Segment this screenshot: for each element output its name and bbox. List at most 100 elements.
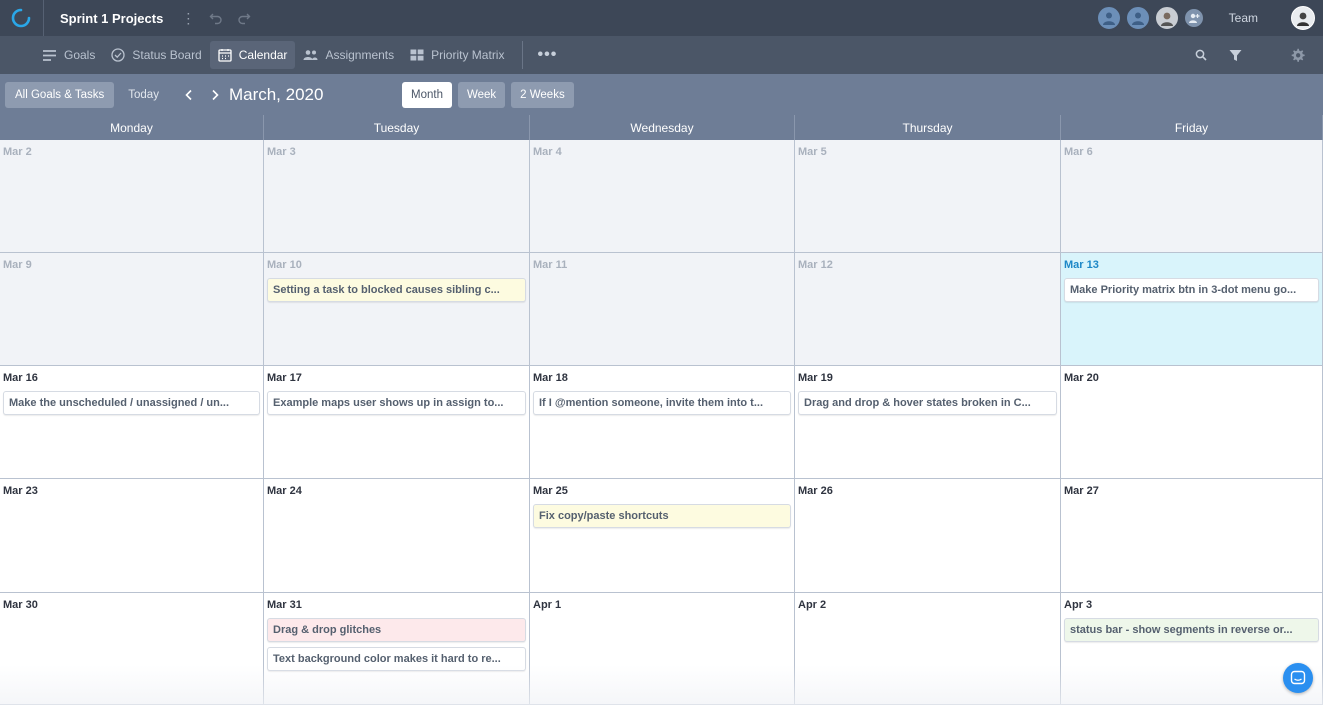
day-date-label: Mar 3 (267, 146, 296, 158)
day-date-label: Mar 20 (1064, 372, 1099, 384)
more-views-icon[interactable]: ••• (537, 46, 557, 64)
tab-label: Status Board (132, 48, 202, 62)
day-cell[interactable]: Mar 4 (530, 140, 795, 253)
day-date-label: Mar 12 (798, 259, 833, 271)
month-title: March, 2020 (228, 84, 324, 104)
day-cell[interactable]: Mar 6 (1061, 140, 1323, 253)
day-date-label: Mar 30 (3, 599, 38, 611)
gear-icon[interactable] (1287, 45, 1307, 65)
task-card[interactable]: Fix copy/paste shortcuts (533, 504, 791, 528)
team-member-avatar[interactable] (1124, 5, 1151, 31)
day-cell[interactable]: Mar 20 (1061, 366, 1323, 479)
all-goals-tasks-button[interactable]: All Goals & Tasks (5, 81, 115, 108)
month-view-button[interactable]: Month (402, 82, 452, 108)
week-row: Mar 23 Mar 24 Mar 25 Fix copy/paste shortcu… (0, 479, 1323, 593)
day-date-label: Mar 16 (3, 372, 38, 384)
task-card[interactable]: Drag & drop glitches (267, 618, 526, 642)
day-cell[interactable]: Mar 16 Make the unscheduled / unassigned … (0, 366, 264, 479)
day-cell[interactable]: Mar 13 Make Priority matrix btn in 3-dot … (1061, 253, 1323, 366)
day-cell[interactable]: Mar 27 (1061, 479, 1323, 593)
day-date-label: Mar 18 (533, 372, 568, 384)
redo-icon[interactable] (237, 11, 251, 25)
day-date-label: Mar 13 (1064, 259, 1099, 271)
day-date-label: Mar 24 (267, 485, 302, 497)
day-cell[interactable]: Mar 10 Setting a task to blocked causes s… (264, 253, 530, 366)
day-cell[interactable]: Mar 5 (795, 140, 1061, 253)
chevron-right-icon[interactable] (209, 89, 221, 101)
task-card[interactable]: Drag and drop & hover states broken in C… (798, 391, 1057, 415)
divider (43, 0, 44, 36)
day-cell[interactable]: Mar 9 (0, 253, 264, 366)
add-member-icon[interactable] (1182, 7, 1205, 29)
task-card[interactable]: Make Priority matrix btn in 3-dot menu g… (1064, 278, 1319, 302)
day-cell[interactable]: Mar 18 If I @mention someone, invite them… (530, 366, 795, 479)
tab-priority-matrix[interactable]: Priority Matrix (402, 41, 512, 69)
week-row: Mar 9 Mar 10 Setting a task to blocked cau… (0, 253, 1323, 366)
weekday-header-cell: Thursday (795, 115, 1061, 140)
day-cell[interactable]: Apr 2 (795, 593, 1061, 705)
tab-status-board[interactable]: Status Board (103, 41, 209, 69)
tab-calendar[interactable]: Calendar (209, 41, 296, 69)
day-cell[interactable]: Mar 24 (264, 479, 530, 593)
day-date-label: Mar 23 (3, 485, 38, 497)
project-menu-icon[interactable]: ⋮ (181, 11, 195, 25)
app-logo-icon[interactable] (11, 8, 31, 28)
day-date-label: Mar 6 (1064, 146, 1093, 158)
day-date-label: Mar 10 (267, 259, 302, 271)
day-cell[interactable]: Mar 31 Drag & drop glitches Text backgroun… (264, 593, 530, 705)
task-card[interactable]: Make the unscheduled / unassigned / un..… (3, 391, 260, 415)
day-cell[interactable]: Mar 23 (0, 479, 264, 593)
filter-icon[interactable] (1225, 45, 1245, 65)
chat-icon (1290, 670, 1306, 685)
calendar-icon (218, 49, 232, 62)
day-date-label: Mar 2 (3, 146, 32, 158)
task-card[interactable]: If I @mention someone, invite them into … (533, 391, 791, 415)
day-cell[interactable]: Mar 26 (795, 479, 1061, 593)
week-row: Mar 30 Mar 31 Drag & drop glitches Text bac… (0, 593, 1323, 705)
day-date-label: Mar 17 (267, 372, 302, 384)
team-member-avatar[interactable] (1153, 5, 1180, 31)
weekday-header-cell: Wednesday (530, 115, 795, 140)
day-date-label: Mar 26 (798, 485, 833, 497)
today-button[interactable]: Today (118, 82, 169, 108)
divider (522, 41, 524, 69)
day-cell[interactable]: Apr 3 status bar - show segments in rever… (1061, 593, 1323, 705)
tab-assignments[interactable]: Assignments (295, 41, 402, 69)
calendar-toolbar: All Goals & Tasks Today March, 2020 Mont… (0, 74, 1323, 115)
day-cell[interactable]: Mar 17 Example maps user shows up in assi… (264, 366, 530, 479)
weekday-header-cell: Tuesday (264, 115, 530, 140)
undo-icon[interactable] (209, 11, 223, 25)
team-link[interactable]: Team (1229, 11, 1258, 25)
day-date-label: Mar 19 (798, 372, 833, 384)
day-cell[interactable]: Apr 1 (530, 593, 795, 705)
task-card[interactable]: status bar - show segments in reverse or… (1064, 618, 1319, 642)
week-row: Mar 16 Make the unscheduled / unassigned … (0, 366, 1323, 479)
task-card[interactable]: Text background color makes it hard to r… (267, 647, 526, 671)
day-cell[interactable]: Mar 3 (264, 140, 530, 253)
two-weeks-view-button[interactable]: 2 Weeks (511, 82, 574, 108)
search-icon[interactable] (1191, 45, 1211, 65)
weekday-header: Monday Tuesday Wednesday Thursday Friday (0, 115, 1323, 140)
day-cell[interactable]: Mar 12 (795, 253, 1061, 366)
day-date-label: Mar 5 (798, 146, 827, 158)
goals-icon (43, 49, 56, 61)
user-avatar[interactable] (1291, 6, 1315, 30)
view-nav: Goals Status Board Calendar Assignments … (0, 36, 1323, 74)
week-view-button[interactable]: Week (457, 82, 506, 108)
day-cell[interactable]: Mar 2 (0, 140, 264, 253)
chevron-left-icon[interactable] (183, 89, 195, 101)
day-cell[interactable]: Mar 11 (530, 253, 795, 366)
tab-label: Goals (64, 48, 96, 62)
task-card[interactable]: Setting a task to blocked causes sibling… (267, 278, 526, 302)
task-card[interactable]: Example maps user shows up in assign to.… (267, 391, 526, 415)
status-board-icon (111, 48, 126, 62)
chat-support-button[interactable] (1283, 663, 1313, 693)
calendar-grid: Mar 2 Mar 3 Mar 4 Mar 5 Mar 6 Mar 9 Mar 10 Sett… (0, 140, 1323, 705)
day-cell[interactable]: Mar 25 Fix copy/paste shortcuts (530, 479, 795, 593)
team-member-avatar[interactable] (1095, 5, 1122, 31)
tab-goals[interactable]: Goals (34, 41, 103, 69)
day-date-label: Apr 3 (1064, 599, 1093, 611)
day-cell[interactable]: Mar 19 Drag and drop & hover states broke… (795, 366, 1061, 479)
project-title[interactable]: Sprint 1 Projects (60, 11, 163, 26)
day-cell[interactable]: Mar 30 (0, 593, 264, 705)
